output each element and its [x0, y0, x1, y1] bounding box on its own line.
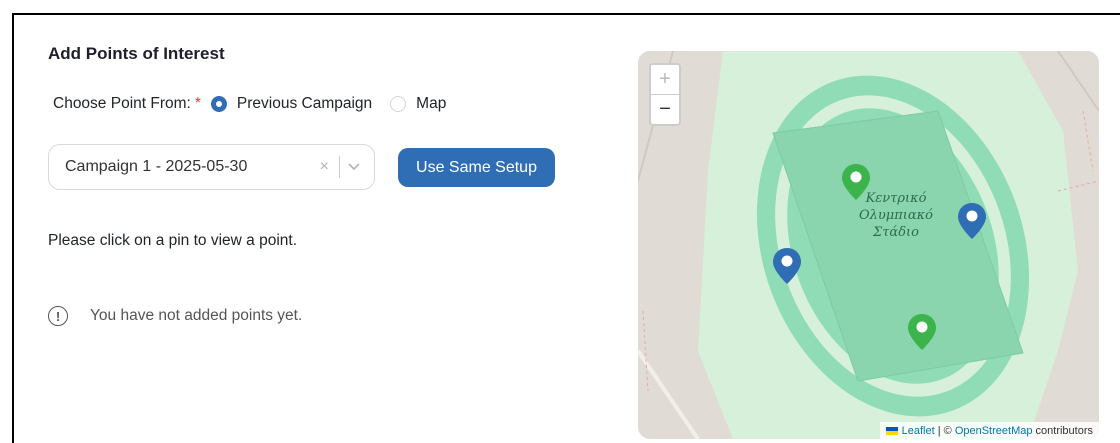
- green-pin-icon[interactable]: [841, 163, 871, 201]
- zoom-out-button[interactable]: −: [651, 95, 679, 124]
- clear-icon[interactable]: ×: [320, 158, 329, 176]
- blue-pin-icon[interactable]: [772, 247, 802, 285]
- choose-point-row: Choose Point From: * Previous Campaign M…: [53, 94, 446, 114]
- empty-state-text: You have not added points yet.: [90, 307, 303, 324]
- radio-map-label[interactable]: Map: [416, 95, 446, 113]
- section-title: Add Points of Interest: [48, 44, 225, 63]
- choose-point-label: Choose Point From:: [53, 95, 191, 112]
- map-attribution: Leaflet | © OpenStreetMap contributors: [879, 422, 1099, 439]
- blue-pin-icon[interactable]: [957, 202, 987, 240]
- radio-map[interactable]: [390, 96, 407, 112]
- info-icon: !: [48, 306, 68, 326]
- zoom-control: + −: [649, 63, 681, 126]
- openstreetmap-link[interactable]: OpenStreetMap: [955, 425, 1033, 437]
- radio-previous-campaign-label[interactable]: Previous Campaign: [237, 95, 372, 113]
- required-mark: *: [194, 95, 201, 112]
- pin-hint-text: Please click on a pin to view a point.: [48, 232, 297, 249]
- zoom-in-button[interactable]: +: [651, 65, 679, 95]
- chevron-down-icon[interactable]: [348, 160, 360, 174]
- attribution-separator: | ©: [934, 424, 955, 437]
- map[interactable]: + − Κεντρικό Ολυμπιακό Στάδιο Leaflet | …: [638, 51, 1099, 439]
- map-tiles: [638, 51, 1099, 439]
- radio-previous-campaign[interactable]: [210, 96, 227, 112]
- empty-state: ! You have not added points yet.: [48, 306, 302, 326]
- ukraine-flag-icon: [885, 426, 898, 435]
- stadium-label-line-2: Ολυμπιακό: [858, 208, 934, 223]
- leaflet-link[interactable]: Leaflet: [902, 425, 935, 437]
- select-separator: [339, 156, 340, 178]
- stadium-label-line-3: Στάδιο: [873, 225, 919, 240]
- attribution-suffix: contributors: [1032, 424, 1093, 437]
- campaign-select[interactable]: Campaign 1 - 2025-05-30 ×: [48, 144, 375, 190]
- use-same-setup-button[interactable]: Use Same Setup: [398, 148, 555, 187]
- campaign-select-value: Campaign 1 - 2025-05-30: [65, 158, 248, 175]
- green-pin-icon[interactable]: [907, 313, 937, 351]
